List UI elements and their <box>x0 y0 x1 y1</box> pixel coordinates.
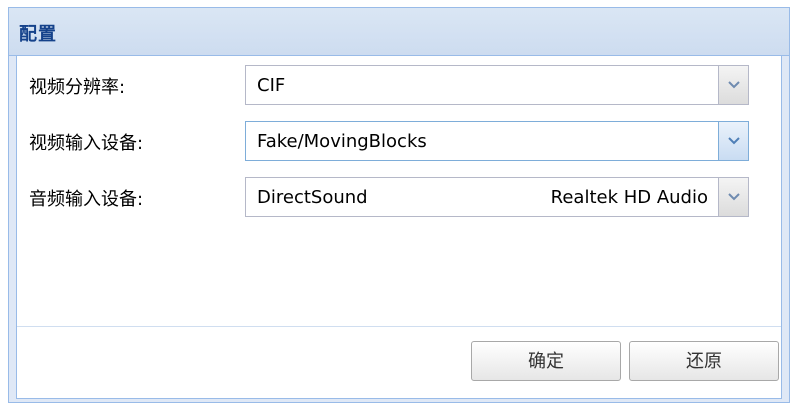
chevron-down-icon <box>728 137 740 145</box>
video-input-dropdown-trigger[interactable] <box>718 122 748 160</box>
ok-button[interactable]: 确定 <box>471 341 621 381</box>
video-resolution-value: CIF <box>257 75 286 96</box>
audio-input-value: DirectSound <box>257 187 368 208</box>
chevron-down-icon <box>728 81 740 89</box>
audio-input-dropdown-trigger[interactable] <box>718 178 748 216</box>
audio-input-device-name: Realtek HD Audio <box>550 187 708 208</box>
video-input-value: Fake/MovingBlocks <box>257 131 427 152</box>
page: 配置 视频分辨率: CIF 视频输入设备: Fake/MovingBlocks … <box>0 0 799 408</box>
video-resolution-select[interactable]: CIF <box>245 65 749 105</box>
audio-input-select[interactable]: DirectSound Realtek HD Audio <box>245 177 749 217</box>
video-input-select[interactable]: Fake/MovingBlocks <box>245 121 749 161</box>
panel-header: 配置 <box>9 8 789 56</box>
form-row-video-input: 视频输入设备: Fake/MovingBlocks <box>17 121 781 161</box>
video-resolution-dropdown-trigger[interactable] <box>718 66 748 104</box>
audio-input-label: 音频输入设备: <box>29 189 144 210</box>
config-panel: 配置 视频分辨率: CIF 视频输入设备: Fake/MovingBlocks … <box>8 7 790 403</box>
video-resolution-label: 视频分辨率: <box>29 77 126 98</box>
form-row-audio-input: 音频输入设备: DirectSound Realtek HD Audio <box>17 177 781 217</box>
panel-title: 配置 <box>19 24 57 45</box>
chevron-down-icon <box>728 193 740 201</box>
panel-body: 视频分辨率: CIF 视频输入设备: Fake/MovingBlocks 音频输… <box>16 56 782 399</box>
form-row-video-resolution: 视频分辨率: CIF <box>17 65 781 105</box>
reset-button[interactable]: 还原 <box>629 341 779 381</box>
video-input-label: 视频输入设备: <box>29 133 144 154</box>
footer-divider <box>17 326 781 327</box>
